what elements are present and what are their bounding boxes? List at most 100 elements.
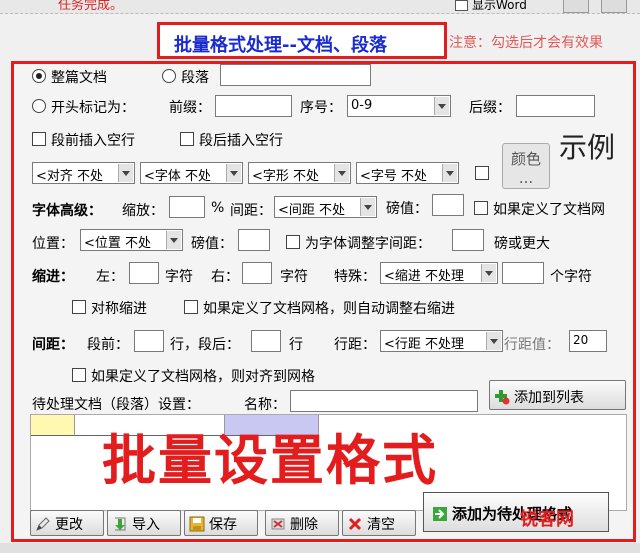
indent-right-input[interactable] (242, 262, 272, 284)
delete-label: 删除 (290, 517, 318, 533)
paragraph-input[interactable] (220, 64, 371, 86)
doc-grid-checkbox[interactable] (474, 201, 488, 215)
suffix-label: 后缀： (469, 100, 511, 116)
prefix-input[interactable] (215, 95, 292, 117)
kerning-label: 为字体调整字间距： (305, 236, 431, 252)
line-spacing-label: 行距： (334, 337, 376, 353)
before-blank-checkbox[interactable] (32, 132, 46, 146)
page-title: 批量格式处理--文档、段落 (174, 35, 387, 56)
space-before-unit: 行，段后： (170, 337, 240, 353)
bottom-strip (0, 543, 640, 553)
delete-button[interactable]: 删除 (265, 510, 339, 536)
clear-button[interactable]: 清空 (342, 510, 416, 536)
char-spacing-combo[interactable]: <间距 不处 (274, 196, 377, 218)
grid-row-header (31, 415, 75, 436)
mirror-indent-checkbox[interactable] (72, 300, 86, 314)
special-label: 特殊： (334, 269, 376, 285)
add-to-list-label: 添加到列表 (514, 390, 584, 406)
toolbar-button-1[interactable] (563, 0, 589, 13)
special-indent-combo[interactable]: <缩进 不处理 (380, 262, 498, 284)
whole-doc-label: 整篇文档 (51, 70, 107, 86)
kerning-checkbox[interactable] (286, 235, 300, 249)
special-indent-input[interactable] (502, 262, 544, 284)
position-combo-value: <位置 不处 (84, 236, 152, 251)
top-strip: 任务完成。 显示Word (0, 0, 640, 14)
status-text: 任务完成。 (58, 0, 124, 13)
seq-combo[interactable]: 0-9 (347, 95, 451, 117)
site-badge: 锐客网 (520, 509, 574, 530)
doc-grid-label: 如果定义了文档网 (493, 202, 605, 218)
save-button[interactable]: 保存 (184, 510, 258, 536)
edit-button[interactable]: 更改 (30, 510, 104, 536)
font-combo[interactable]: <字体 不处 (140, 162, 243, 184)
chevron-down-icon[interactable] (481, 264, 496, 282)
chevron-down-icon[interactable] (486, 332, 501, 350)
size-combo-value: <字号 不处 (360, 169, 428, 184)
auto-right-indent-checkbox[interactable] (184, 300, 198, 314)
suffix-input[interactable] (516, 95, 595, 117)
after-blank-checkbox[interactable] (180, 132, 194, 146)
line-spacing-combo[interactable]: <行距 不处理 (380, 330, 503, 352)
add-plus-icon (494, 389, 510, 405)
shape-combo-value: <字形 不处 (252, 169, 320, 184)
special-indent-combo-value: <缩进 不处理 (384, 269, 465, 284)
indent-left-label: 左： (96, 269, 124, 285)
position-combo[interactable]: <位置 不处 (80, 229, 183, 251)
add-to-list-button[interactable]: 添加到列表 (489, 380, 626, 410)
scale-input[interactable] (169, 196, 205, 218)
chevron-down-icon[interactable] (434, 97, 449, 115)
sample-label: 示例 (559, 131, 616, 164)
size-combo[interactable]: <字号 不处 (356, 162, 459, 184)
space-before-label: 段前： (87, 337, 129, 353)
paragraph-radio[interactable] (162, 69, 176, 83)
align-grid-checkbox[interactable] (72, 368, 86, 382)
whole-doc-radio[interactable] (32, 69, 46, 83)
import-button[interactable]: 导入 (107, 510, 181, 536)
clear-label: 清空 (367, 517, 395, 533)
chevron-down-icon[interactable] (334, 164, 349, 182)
note-text: 注意：勾选后才会有效果 (449, 35, 603, 51)
line-spacing-combo-value: <行距 不处理 (384, 337, 465, 352)
pound-input[interactable] (432, 194, 464, 216)
title-box: 批量格式处理--文档、段落 (157, 22, 447, 59)
space-after-unit: 行 (289, 337, 303, 353)
pound2-input[interactable] (238, 229, 270, 251)
mirror-indent-label: 对称缩进 (91, 301, 147, 317)
line-spacing-value-input[interactable]: 20 (569, 330, 607, 352)
position-label: 位置： (32, 236, 74, 252)
indent-left-unit: 字符 (165, 269, 193, 285)
chevron-down-icon[interactable] (118, 164, 133, 182)
delete-icon (270, 516, 286, 532)
kerning-input[interactable] (452, 229, 484, 251)
toolbar-button-2[interactable] (601, 0, 627, 13)
font-adv-heading: 字体高级： (32, 203, 102, 219)
chevron-down-icon[interactable] (360, 198, 375, 216)
color-checkbox[interactable] (475, 166, 489, 180)
edit-label: 更改 (55, 517, 83, 533)
save-disk-icon (189, 516, 205, 532)
chevron-down-icon[interactable] (226, 164, 241, 182)
percent-label: % (211, 200, 225, 216)
char-spacing-label: 间距： (230, 203, 272, 219)
shape-combo[interactable]: <字形 不处 (248, 162, 351, 184)
import-arrow-icon (112, 516, 128, 532)
show-word-checkbox[interactable] (455, 0, 468, 11)
scale-label: 缩放： (122, 203, 164, 219)
name-input[interactable] (290, 390, 478, 412)
space-before-input[interactable] (134, 330, 164, 352)
show-word-label: 显示Word (472, 0, 527, 12)
color-button[interactable]: 颜色... (502, 143, 550, 189)
seq-combo-value: 0-9 (351, 98, 373, 113)
add-pending-format-button[interactable]: 添加为待处理格式 (423, 492, 609, 532)
chevron-down-icon[interactable] (166, 231, 181, 249)
watermark-text: 批量设置格式 (102, 429, 438, 492)
auto-right-indent-label: 如果定义了文档网格，则自动调整右缩进 (203, 301, 455, 317)
close-icon (347, 516, 363, 532)
indent-left-input[interactable] (129, 262, 159, 284)
prefix-label: 前缀： (169, 100, 211, 116)
begin-mark-radio[interactable] (32, 99, 46, 113)
align-combo[interactable]: <对齐 不处 (32, 162, 135, 184)
space-after-input[interactable] (251, 330, 281, 352)
chevron-down-icon[interactable] (442, 164, 457, 182)
indent-right-label: 右： (211, 269, 239, 285)
